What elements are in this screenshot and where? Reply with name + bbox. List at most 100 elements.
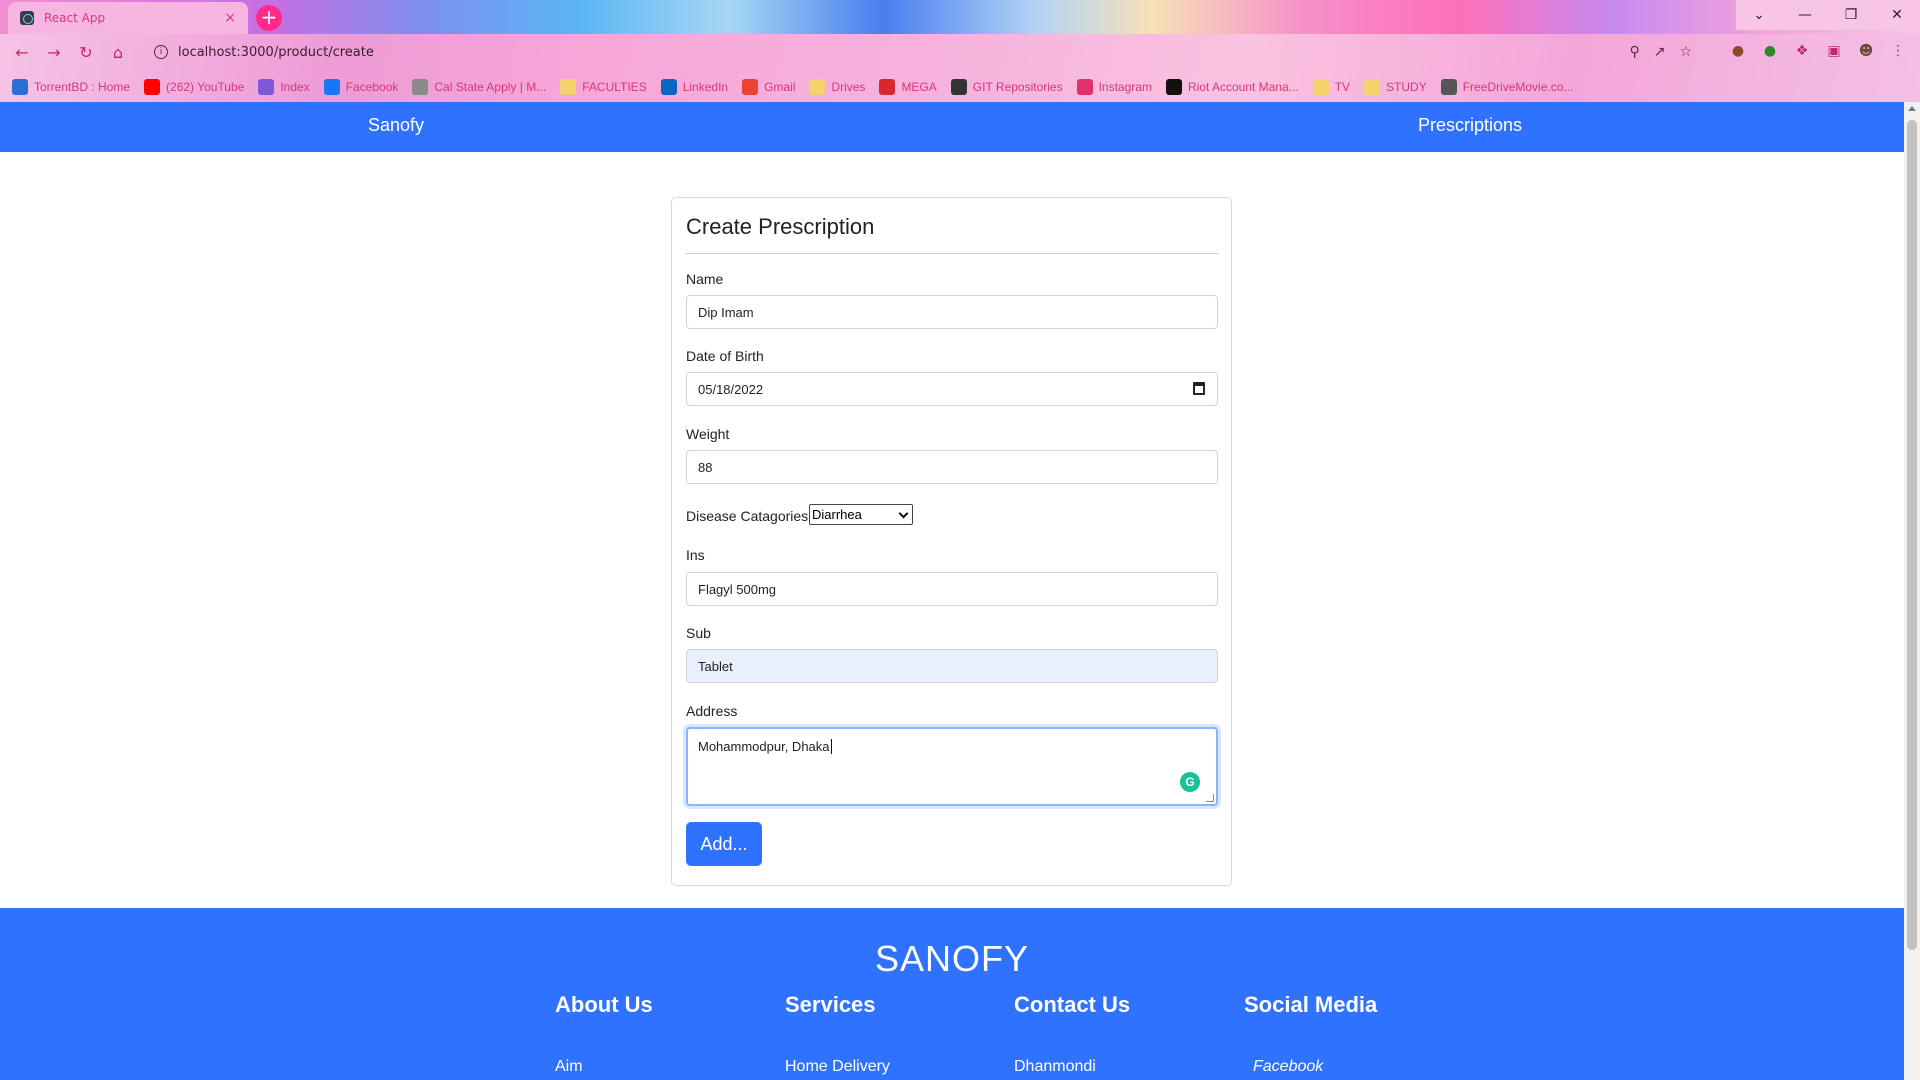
zoom-icon[interactable]: ⚲ xyxy=(1629,44,1639,60)
browser-toolbar: ← → ↻ ⌂ i localhost:3000/product/create … xyxy=(0,34,1920,70)
create-prescription-card: Create Prescription Name Dip Imam Date o… xyxy=(671,197,1232,886)
bookmark-item[interactable]: Index xyxy=(258,79,310,95)
name-input[interactable]: Dip Imam xyxy=(686,295,1218,329)
nav-link-prescriptions[interactable]: Prescriptions xyxy=(1418,115,1522,136)
disease-selected-value: Diarrhea xyxy=(812,507,862,522)
calendar-icon[interactable] xyxy=(1193,382,1205,395)
footer-link-aim[interactable]: Aim xyxy=(555,1058,583,1076)
restore-button[interactable]: ❐ xyxy=(1828,0,1874,30)
tab-close-icon[interactable]: × xyxy=(224,10,236,26)
tab-search-button[interactable]: ⌄ xyxy=(1736,0,1782,30)
bookmark-item[interactable]: Facebook xyxy=(323,79,398,95)
extensions-area: ● ● ❖ ▣ ☻ ⋮ xyxy=(1728,41,1908,61)
weight-input[interactable]: 88 xyxy=(686,450,1218,484)
sub-input[interactable]: Tablet xyxy=(686,649,1218,683)
grammarly-icon[interactable]: G xyxy=(1180,772,1200,792)
footer-heading-social: Social Media xyxy=(1244,992,1378,1017)
instagram-icon xyxy=(1076,79,1093,95)
page-scrollbar[interactable] xyxy=(1904,102,1920,1080)
bookmark-item[interactable]: Gmail xyxy=(742,79,795,95)
add-button[interactable]: Add... xyxy=(686,822,762,866)
index-icon xyxy=(258,79,275,95)
bookmark-folder[interactable]: TV xyxy=(1312,79,1350,95)
side-panel-icon[interactable]: ▣ xyxy=(1824,41,1844,61)
site-info-icon[interactable]: i xyxy=(154,45,168,59)
form-title: Create Prescription xyxy=(686,214,875,239)
new-tab-button[interactable]: + xyxy=(256,5,282,31)
tab-strip: React App × + ⌄ — ❐ ✕ xyxy=(0,0,1920,34)
text-caret xyxy=(830,739,832,754)
gmail-icon xyxy=(742,79,759,95)
tab-title: React App xyxy=(44,11,106,25)
bookmark-folder[interactable]: FACULTIES xyxy=(560,79,647,95)
ins-input[interactable]: Flagyl 500mg xyxy=(686,572,1218,606)
address-value: Mohammodpur, Dhaka xyxy=(698,739,830,754)
youtube-icon xyxy=(144,79,161,95)
globe-icon xyxy=(412,79,429,95)
extensions-puzzle-icon[interactable]: ❖ xyxy=(1792,41,1812,61)
share-icon[interactable]: ↗ xyxy=(1654,44,1666,60)
address-label: Address xyxy=(686,703,738,719)
bookmark-item[interactable]: LinkedIn xyxy=(660,79,728,95)
dob-label: Date of Birth xyxy=(686,348,764,364)
page-viewport: Sanofy Prescriptions Create Prescription… xyxy=(0,102,1904,1080)
footer-heading-about: About Us xyxy=(555,992,653,1017)
profile-avatar-icon[interactable]: ☻ xyxy=(1856,41,1876,61)
navbar-brand[interactable]: Sanofy xyxy=(368,115,424,136)
divider xyxy=(686,253,1218,254)
scroll-up-icon[interactable] xyxy=(1908,106,1916,111)
address-bar[interactable]: i localhost:3000/product/create ⚲ ↗ ☆ xyxy=(140,37,1700,67)
folder-icon xyxy=(809,79,826,95)
browser-menu-icon[interactable]: ⋮ xyxy=(1888,41,1908,61)
mega-icon xyxy=(879,79,896,95)
back-icon[interactable]: ← xyxy=(6,36,38,68)
footer-heading-services: Services xyxy=(785,992,876,1017)
bookmark-folder[interactable]: Drives xyxy=(809,79,865,95)
bookmark-item[interactable]: Riot Account Mana... xyxy=(1165,79,1299,95)
footer-heading-contact: Contact Us xyxy=(1014,992,1131,1017)
scrollbar-thumb[interactable] xyxy=(1907,120,1917,950)
url-text[interactable]: localhost:3000/product/create xyxy=(178,45,374,60)
footer-link-dhanmondi[interactable]: Dhanmondi xyxy=(1014,1058,1096,1076)
footer-brand: SANOFY xyxy=(874,938,1030,979)
sub-label: Sub xyxy=(686,625,711,641)
bookmark-item[interactable]: Instagram xyxy=(1076,79,1152,95)
address-textarea[interactable]: Mohammodpur, Dhaka G xyxy=(686,727,1218,806)
cookie-extension-icon[interactable]: ● xyxy=(1728,41,1748,61)
github-icon xyxy=(950,79,967,95)
bookmark-item[interactable]: FreeDriveMovie.co... xyxy=(1440,79,1573,95)
facebook-icon xyxy=(323,79,340,95)
bookmark-star-icon[interactable]: ☆ xyxy=(1679,44,1692,60)
bookmark-item[interactable]: Cal State Apply | M... xyxy=(412,79,546,95)
disease-select[interactable]: Diarrhea xyxy=(809,504,913,525)
globe-extension-icon[interactable]: ● xyxy=(1760,41,1780,61)
close-window-button[interactable]: ✕ xyxy=(1874,0,1920,30)
folder-icon xyxy=(560,79,577,95)
folder-icon xyxy=(1312,79,1329,95)
reload-icon[interactable]: ↻ xyxy=(70,36,102,68)
riot-icon xyxy=(1165,79,1182,95)
bookmark-item[interactable]: TorrentBD : Home xyxy=(12,79,130,95)
bookmarks-bar: TorrentBD : Home (262) YouTube Index Fac… xyxy=(0,72,1920,102)
weight-label: Weight xyxy=(686,426,730,442)
bookmark-item[interactable]: (262) YouTube xyxy=(144,79,244,95)
dob-input[interactable]: 05/18/2022 xyxy=(686,372,1218,406)
browser-tab[interactable]: React App × xyxy=(8,2,248,34)
minimize-button[interactable]: — xyxy=(1782,0,1828,30)
home-icon[interactable]: ⌂ xyxy=(102,36,134,68)
footer-link-home-delivery[interactable]: Home Delivery xyxy=(785,1058,890,1076)
forward-icon[interactable]: → xyxy=(38,36,70,68)
footer-link-facebook[interactable]: Facebook xyxy=(1253,1058,1323,1076)
bookmark-item[interactable]: GIT Repositories xyxy=(950,79,1063,95)
bookmark-item[interactable]: MEGA xyxy=(879,79,937,95)
film-icon xyxy=(1440,79,1457,95)
resize-handle[interactable] xyxy=(1206,794,1214,802)
linkedin-icon xyxy=(660,79,677,95)
react-favicon-icon xyxy=(20,11,34,25)
site-footer: SANOFY About Us Services Contact Us Soci… xyxy=(0,908,1904,1080)
app-navbar: Sanofy Prescriptions xyxy=(0,102,1904,152)
bookmark-folder[interactable]: STUDY xyxy=(1364,79,1427,95)
ins-label: Ins xyxy=(686,547,705,563)
browser-chrome: React App × + ⌄ — ❐ ✕ ← → ↻ ⌂ i localhos… xyxy=(0,0,1920,102)
torrentbd-icon xyxy=(12,79,28,95)
